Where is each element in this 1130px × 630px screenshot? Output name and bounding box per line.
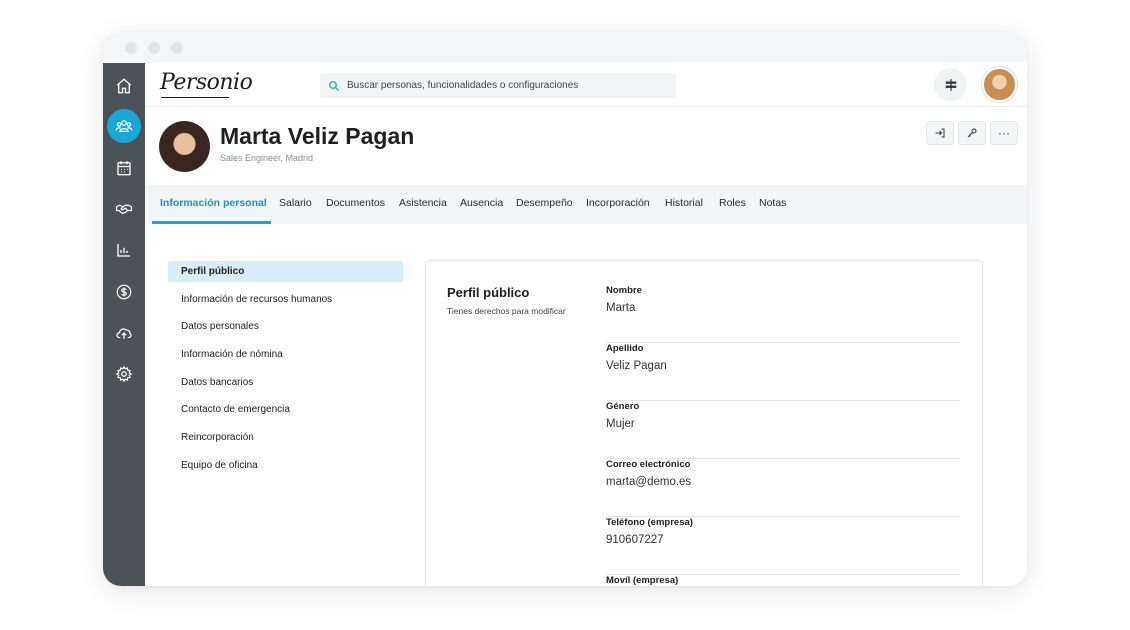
tab-informacion-personal[interactable]: Información personal — [160, 197, 267, 209]
handshake-icon — [115, 204, 133, 215]
signpost-button[interactable] — [934, 68, 967, 101]
sidebar-item-calendar[interactable] — [107, 151, 141, 185]
public-profile-card: Perfil público Tienes derechos para modi… — [425, 260, 983, 586]
tab-incorporacion[interactable]: Incorporación — [586, 197, 650, 209]
chart-icon — [117, 244, 130, 257]
field-apellido[interactable]: Apellido Veliz Pagan — [606, 343, 960, 401]
profile-header: Marta Veliz Pagan Sales Engineer, Madrid… — [145, 107, 1027, 185]
cloud-upload-icon — [116, 328, 132, 339]
more-options-button[interactable]: ··· — [990, 121, 1018, 145]
signpost-icon — [945, 78, 956, 91]
key-icon — [967, 128, 977, 138]
sign-in-button[interactable] — [926, 121, 954, 145]
field-label: Género — [606, 401, 640, 412]
subnav-contacto-emergencia[interactable]: Contacto de emergencia — [168, 399, 403, 420]
sign-in-icon — [935, 128, 945, 138]
search-placeholder: Buscar personas, funcionalidades o confi… — [347, 80, 579, 91]
field-value: Veliz Pagan — [606, 360, 667, 372]
sidebar-item-cloud[interactable] — [107, 316, 141, 350]
search-icon — [329, 80, 339, 91]
field-nombre[interactable]: Nombre Marta — [606, 285, 960, 343]
window-dot-minimize[interactable] — [148, 42, 160, 54]
tab-historial[interactable]: Historial — [665, 197, 703, 209]
sidebar-item-handshake[interactable] — [107, 192, 141, 226]
subnav-equipo-oficina[interactable]: Equipo de oficina — [168, 455, 403, 476]
gear-icon — [115, 365, 133, 383]
field-label: Nombre — [606, 285, 642, 296]
subnav-nomina[interactable]: Información de nómina — [168, 344, 403, 365]
card-title: Perfil público — [447, 285, 530, 300]
search-input[interactable]: Buscar personas, funcionalidades o confi… — [320, 73, 676, 98]
field-value: Mujer — [606, 418, 635, 430]
field-label: Teléfono (empresa) — [606, 517, 693, 528]
employee-subtitle: Sales Engineer, Madrid — [220, 153, 314, 163]
field-genero[interactable]: Género Mujer — [606, 401, 960, 459]
field-label: Correo electrónico — [606, 459, 691, 470]
field-movil[interactable]: Movíl (empresa) — [606, 575, 960, 586]
sidebar-item-home[interactable] — [107, 69, 141, 103]
field-value: Marta — [606, 302, 636, 314]
window-dot-maximize[interactable] — [171, 42, 183, 54]
tab-desempeno[interactable]: Desempeño — [516, 197, 573, 209]
card-subtitle: Tienes derechos para modificar — [447, 306, 566, 316]
sidebar-item-settings[interactable] — [107, 357, 141, 391]
tab-notas[interactable]: Notas — [759, 197, 786, 209]
profile-tabs: Información personal Salario Documentos … — [145, 185, 1027, 224]
field-value: marta@demo.es — [606, 476, 692, 488]
key-button[interactable] — [958, 121, 986, 145]
tab-salario[interactable]: Salario — [279, 197, 312, 209]
user-avatar[interactable] — [982, 67, 1017, 102]
calendar-icon — [117, 161, 131, 176]
app-window: Personio Buscar personas, funcionalidade… — [103, 32, 1027, 586]
home-icon — [116, 78, 132, 94]
sidebar-item-payroll[interactable] — [107, 275, 141, 309]
tab-roles[interactable]: Roles — [719, 197, 746, 209]
field-label: Movíl (empresa) — [606, 575, 679, 586]
top-bar: Personio Buscar personas, funcionalidade… — [145, 63, 1027, 107]
subnav-perfil-publico[interactable]: Perfil público — [168, 261, 403, 282]
profile-photo — [159, 121, 210, 172]
tab-ausencia[interactable]: Ausencia — [460, 197, 503, 209]
field-value: 910607227 — [606, 534, 664, 546]
window-dot-close[interactable] — [125, 42, 137, 54]
dollar-icon — [116, 284, 132, 300]
window-titlebar — [103, 32, 1027, 63]
subnav-datos-bancarios[interactable]: Datos bancarios — [168, 372, 403, 393]
logo-underline — [161, 97, 229, 98]
subnav-recursos-humanos[interactable]: Información de recursos humanos — [168, 289, 403, 310]
subnav-reincorporacion[interactable]: Reincorporación — [168, 427, 403, 448]
tab-asistencia[interactable]: Asistencia — [399, 197, 447, 209]
sidebar-item-analytics[interactable] — [107, 233, 141, 267]
main-content: Perfil público Información de recursos h… — [145, 224, 1027, 586]
people-icon — [115, 120, 133, 132]
field-correo[interactable]: Correo electrónico marta@demo.es — [606, 459, 960, 517]
personio-logo[interactable]: Personio — [160, 70, 253, 95]
sidebar-item-people[interactable] — [107, 109, 141, 143]
field-telefono[interactable]: Teléfono (empresa) 910607227 — [606, 517, 960, 575]
field-label: Apellido — [606, 343, 644, 354]
employee-name: Marta Veliz Pagan — [220, 123, 415, 149]
sidebar — [103, 63, 145, 586]
subnav-datos-personales[interactable]: Datos personales — [168, 316, 403, 337]
tab-documentos[interactable]: Documentos — [326, 197, 385, 209]
